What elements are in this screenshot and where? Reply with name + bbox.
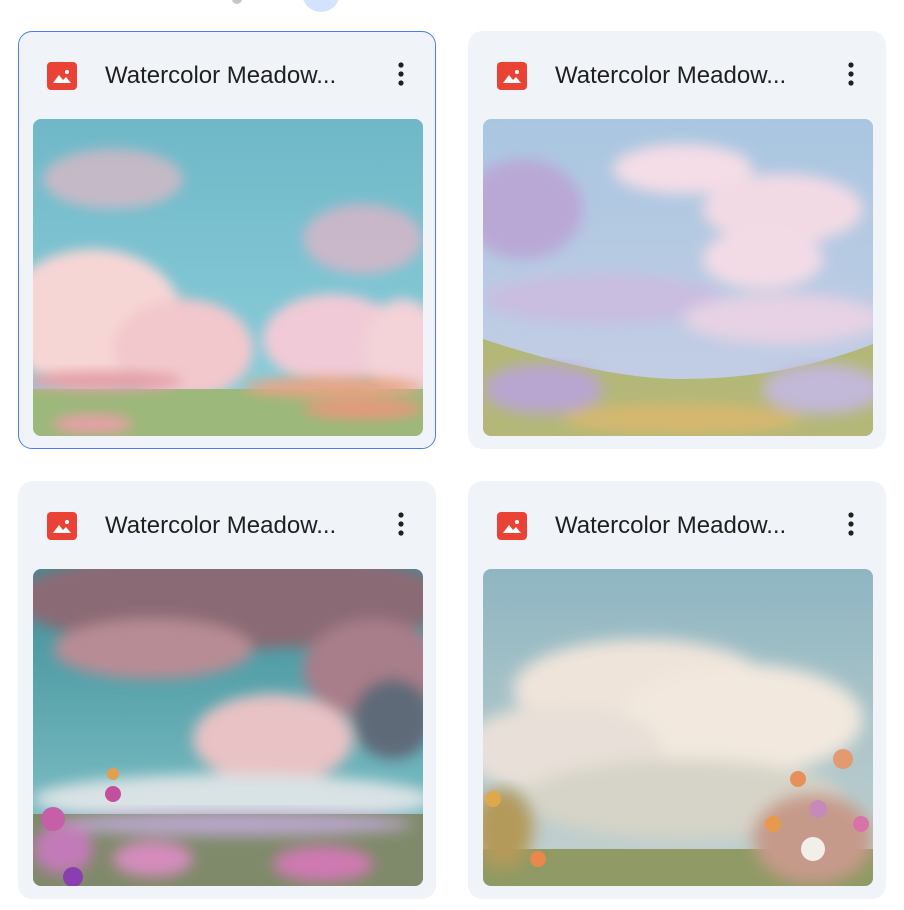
more-options-button[interactable] (831, 504, 871, 544)
file-card[interactable]: Watercolor Meadow... (468, 481, 886, 899)
image-file-icon (47, 62, 77, 90)
file-card[interactable]: Watercolor Meadow... (18, 481, 436, 899)
more-vert-icon (848, 62, 854, 86)
image-file-icon (497, 62, 527, 90)
file-card-header: Watercolor Meadow... (19, 32, 435, 118)
file-title: Watercolor Meadow... (105, 512, 337, 539)
file-thumbnail[interactable] (483, 569, 873, 886)
file-title: Watercolor Meadow... (105, 62, 337, 89)
more-vert-icon (398, 512, 404, 536)
file-thumbnail[interactable] (483, 119, 873, 436)
file-card-header: Watercolor Meadow... (469, 482, 885, 568)
more-options-button[interactable] (831, 54, 871, 94)
file-card-header: Watercolor Meadow... (19, 482, 435, 568)
more-vert-icon (398, 62, 404, 86)
file-title: Watercolor Meadow... (555, 62, 787, 89)
more-vert-icon (848, 512, 854, 536)
more-options-button[interactable] (381, 54, 421, 94)
file-card-header: Watercolor Meadow... (469, 32, 885, 118)
file-title: Watercolor Meadow... (555, 512, 787, 539)
more-options-button[interactable] (381, 504, 421, 544)
image-file-icon (47, 512, 77, 540)
file-card[interactable]: Watercolor Meadow... (18, 31, 436, 449)
file-thumbnail[interactable] (33, 569, 423, 886)
file-grid: Watercolor Meadow... Watercolor Meadow..… (0, 0, 904, 910)
file-thumbnail[interactable] (33, 119, 423, 436)
image-file-icon (497, 512, 527, 540)
file-card[interactable]: Watercolor Meadow... (468, 31, 886, 449)
